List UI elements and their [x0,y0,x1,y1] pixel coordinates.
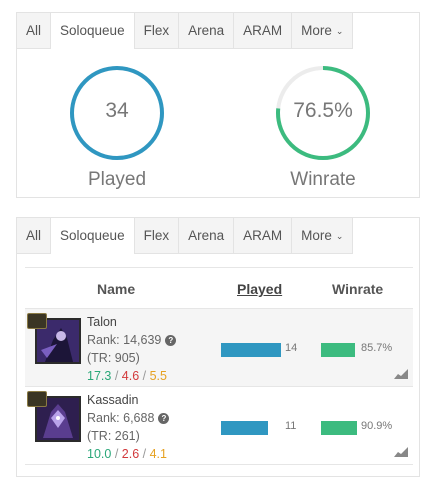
table-row[interactable]: Kassadin Rank: 6,688? (TR: 261) 10.0 / 2… [25,387,413,465]
winrate-value: 76.5% [293,99,353,122]
tab-all[interactable]: All [17,218,52,253]
header-winrate[interactable]: Winrate [332,268,383,310]
winrate-value: 90.9% [361,420,393,432]
kda: 10.0 / 2.6 / 4.1 [87,447,167,461]
rank-badge-icon [27,313,47,329]
winrate-bar [321,421,357,435]
played-bar [221,421,268,435]
tab-more[interactable]: More ⌄ [292,13,352,48]
header-name[interactable]: Name [97,268,135,310]
winrate-stat: 76.5% Winrate [271,65,375,191]
winrate-caption: Winrate [290,169,356,190]
kda: 17.3 / 4.6 / 5.5 [87,369,167,383]
tab-arena[interactable]: Arena [179,218,235,253]
table-header: Name Played Winrate [25,267,413,309]
deaths-value: 2.6 [121,447,140,461]
played-count: 11 [285,420,297,432]
deaths-value: 4.6 [121,369,140,383]
champion-name[interactable]: Kassadin [87,393,138,407]
kills-value: 10.0 [87,447,112,461]
played-count: 14 [285,342,298,354]
rank-badge-icon [27,391,47,407]
played-caption: Played [87,169,147,190]
assists-value: 4.1 [149,447,167,461]
header-played[interactable]: Played [237,268,282,310]
trend-chart-icon[interactable] [394,369,408,379]
queue-tabs-2: All Soloqueue Flex Arena ARAM More ⌄ [17,218,354,254]
played-stat: 34 Played [65,65,169,191]
tab-soloqueue[interactable]: Soloqueue [51,13,135,49]
tab-soloqueue[interactable]: Soloqueue [51,218,135,254]
champion-tr: (TR: 905) [87,351,140,365]
winrate-bar [321,343,355,357]
trend-chart-icon[interactable] [394,447,408,457]
tab-flex[interactable]: Flex [135,218,180,253]
champion-rank: Rank: 14,639? [87,333,177,347]
tab-all[interactable]: All [17,13,52,48]
played-bar [221,343,281,357]
rank-label: Rank: 14,639 [87,333,162,347]
champions-panel: All Soloqueue Flex Arena ARAM More ⌄ Name… [16,217,420,477]
champion-rank: Rank: 6,688? [87,411,170,425]
tab-aram[interactable]: ARAM [234,218,293,253]
kills-value: 17.3 [87,369,112,383]
champion-name[interactable]: Talon [87,315,117,329]
help-icon[interactable]: ? [158,413,170,424]
queue-tabs: All Soloqueue Flex Arena ARAM More ⌄ [17,13,354,49]
played-value: 34 [105,99,129,122]
winrate-value: 85.7% [361,342,393,354]
tab-more-label: More [301,23,332,38]
tab-aram[interactable]: ARAM [234,13,293,48]
tab-more-label: More [301,228,332,243]
table-row[interactable]: Talon Rank: 14,639? (TR: 905) 17.3 / 4.6… [25,309,413,387]
champion-tr: (TR: 261) [87,429,140,443]
tab-arena[interactable]: Arena [179,13,235,48]
chevron-down-icon: ⌄ [335,26,344,36]
tab-flex[interactable]: Flex [135,13,180,48]
chevron-down-icon: ⌄ [335,231,344,241]
assists-value: 5.5 [149,369,167,383]
help-icon[interactable]: ? [165,335,177,346]
tab-more[interactable]: More ⌄ [292,218,352,253]
summary-panel: All Soloqueue Flex Arena ARAM More ⌄ 34 P… [16,12,420,198]
rank-label: Rank: 6,688 [87,411,155,425]
